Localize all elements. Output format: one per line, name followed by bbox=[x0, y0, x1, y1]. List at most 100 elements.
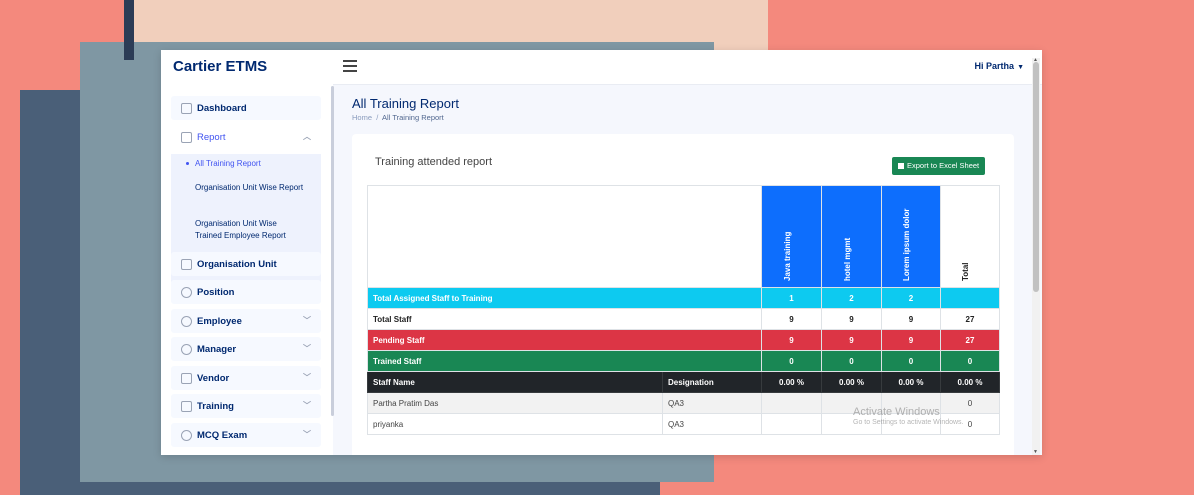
sidebar-item-label: Training bbox=[197, 401, 234, 412]
training-report-table: Java training hotel mgmt Lorem ipsum dol… bbox=[367, 185, 1000, 435]
column-header-label: Lorem ipsum dolor bbox=[902, 208, 911, 281]
table-row-trained-staff: Trained Staff 0 0 0 0 bbox=[367, 350, 1000, 372]
cell-value: 0.00 % bbox=[821, 371, 882, 393]
cell-value: 27 bbox=[940, 308, 1000, 330]
breadcrumb-separator: / bbox=[376, 113, 379, 122]
staff-name: priyanka bbox=[367, 413, 663, 435]
table-row-total-staff: Total Staff 9 9 9 27 bbox=[367, 308, 1000, 330]
windows-activation-watermark: Activate Windows Go to Settings to activ… bbox=[853, 406, 964, 426]
cell-value: 9 bbox=[761, 329, 822, 351]
store-icon bbox=[181, 373, 192, 384]
top-header: Cartier ETMS Hi Partha ▼ bbox=[161, 50, 1042, 85]
row-label: Total Assigned Staff to Training bbox=[367, 287, 762, 309]
cell-value: 0 bbox=[881, 350, 941, 372]
cell-value bbox=[761, 413, 822, 435]
breadcrumb-home[interactable]: Home bbox=[352, 113, 372, 122]
cell-value: 9 bbox=[821, 308, 882, 330]
brand-logo[interactable]: Cartier ETMS bbox=[173, 58, 267, 75]
staff-name: Partha Pratim Das bbox=[367, 392, 663, 414]
background-paper-dark bbox=[124, 0, 134, 60]
sidebar-item-manager[interactable]: Manager ﹀ bbox=[171, 337, 321, 361]
sidebar-subitem-org-unit-report[interactable]: Organisation Unit Wise Report bbox=[195, 182, 305, 194]
row-label: Pending Staff bbox=[367, 329, 762, 351]
user-greeting: Hi Partha bbox=[974, 61, 1015, 71]
sidebar-subitem-label: Organisation Unit Wise Trained Employee … bbox=[195, 219, 286, 240]
sidebar-item-label: Manager bbox=[197, 344, 237, 355]
sidebar-item-label: Employee bbox=[197, 316, 242, 327]
column-header-total: Total bbox=[940, 185, 1000, 288]
chevron-down-icon: ﹀ bbox=[303, 373, 311, 382]
chevron-down-icon: ﹀ bbox=[303, 430, 311, 439]
cell-value: 0.00 % bbox=[761, 371, 822, 393]
sidebar-item-label: Report bbox=[197, 132, 226, 143]
staff-designation: QA3 bbox=[662, 392, 762, 414]
watermark-line2: Go to Settings to activate Windows. bbox=[853, 419, 964, 426]
table-row-staff-header: Staff Name Designation 0.00 % 0.00 % 0.0… bbox=[367, 371, 1000, 393]
sidebar-subitem-all-training-report[interactable]: All Training Report bbox=[186, 158, 305, 170]
row-label: Trained Staff bbox=[367, 350, 762, 372]
cell-value bbox=[940, 287, 1000, 309]
header-blank-cell bbox=[367, 185, 762, 288]
building-icon bbox=[181, 259, 192, 270]
scroll-down-icon[interactable]: ▼ bbox=[1033, 449, 1038, 455]
sidebar-item-vendor[interactable]: Vendor ﹀ bbox=[171, 366, 321, 390]
sidebar-item-training[interactable]: Training ﹀ bbox=[171, 394, 321, 418]
chevron-up-icon: ︿ bbox=[303, 132, 311, 141]
person-icon bbox=[181, 430, 192, 441]
sidebar-item-label: Vendor bbox=[197, 373, 230, 384]
sidebar-item-report[interactable]: Report ︿ bbox=[171, 125, 321, 149]
chevron-down-icon: ﹀ bbox=[303, 344, 311, 353]
sidebar-subitem-label: Organisation Unit Wise Report bbox=[195, 183, 304, 192]
cell-value: 27 bbox=[940, 329, 1000, 351]
export-label: Export to Excel Sheet bbox=[907, 161, 980, 170]
cell-value: 0.00 % bbox=[940, 371, 1000, 393]
user-dropdown[interactable]: Hi Partha ▼ bbox=[975, 61, 1024, 71]
column-header-staff-name: Staff Name bbox=[367, 371, 663, 393]
cell-value bbox=[761, 392, 822, 414]
sidebar-item-dashboard[interactable]: Dashboard bbox=[171, 96, 321, 120]
grid-icon bbox=[181, 103, 192, 114]
training-icon bbox=[181, 401, 192, 412]
page-scrollbar[interactable]: ▲ ▼ bbox=[1032, 57, 1040, 455]
report-icon bbox=[181, 132, 192, 143]
sidebar-item-organisation-unit[interactable]: Organisation Unit bbox=[171, 252, 321, 276]
sidebar-item-label: Dashboard bbox=[197, 103, 247, 114]
watermark-line1: Activate Windows bbox=[853, 406, 940, 418]
row-label: Total Staff bbox=[367, 308, 762, 330]
scrollbar-thumb[interactable] bbox=[1033, 62, 1039, 292]
column-header-label: hotel mgmt bbox=[842, 237, 852, 281]
card-title: Training attended report bbox=[375, 156, 492, 168]
sidebar-item-label: Organisation Unit bbox=[197, 259, 277, 270]
sidebar-item-employee[interactable]: Employee ﹀ bbox=[171, 309, 321, 333]
excel-icon bbox=[898, 163, 904, 169]
column-header-label: Java training bbox=[782, 231, 792, 281]
active-dot-icon bbox=[186, 162, 189, 165]
cell-value: 9 bbox=[761, 308, 822, 330]
column-header-java-training: Java training bbox=[761, 185, 822, 288]
column-header-label: Total bbox=[961, 262, 970, 281]
staff-designation: QA3 bbox=[662, 413, 762, 435]
caret-down-icon: ▼ bbox=[1017, 64, 1024, 71]
export-excel-button[interactable]: Export to Excel Sheet bbox=[892, 157, 986, 175]
sidebar-scrollbar[interactable] bbox=[331, 86, 334, 416]
cell-value: 0.00 % bbox=[881, 371, 941, 393]
column-header-hotel-mgmt: hotel mgmt bbox=[821, 185, 882, 288]
sidebar-item-label: MCQ Exam bbox=[197, 430, 248, 441]
cell-value: 2 bbox=[821, 287, 882, 309]
table-row-assigned: Total Assigned Staff to Training 1 2 2 bbox=[367, 287, 1000, 309]
hamburger-menu-icon[interactable] bbox=[343, 60, 357, 72]
sidebar: Dashboard Report ︿ All Training Report O… bbox=[161, 84, 333, 455]
sidebar-subitem-org-unit-trained-report[interactable]: Organisation Unit Wise Trained Employee … bbox=[195, 218, 305, 242]
table-header-row: Java training hotel mgmt Lorem ipsum dol… bbox=[367, 185, 1000, 288]
sidebar-item-mcq-exam[interactable]: MCQ Exam ﹀ bbox=[171, 423, 321, 447]
cell-value: 0 bbox=[821, 350, 882, 372]
lightbulb-icon bbox=[181, 287, 192, 298]
app-window: Cartier ETMS Hi Partha ▼ Dashboard Report… bbox=[161, 50, 1042, 455]
column-header-designation: Designation bbox=[662, 371, 762, 393]
cell-value: 0 bbox=[761, 350, 822, 372]
chevron-down-icon: ﹀ bbox=[303, 316, 311, 325]
cell-value: 2 bbox=[881, 287, 941, 309]
person-icon bbox=[181, 344, 192, 355]
cell-value: 0 bbox=[940, 350, 1000, 372]
sidebar-item-position[interactable]: Position bbox=[171, 280, 321, 304]
